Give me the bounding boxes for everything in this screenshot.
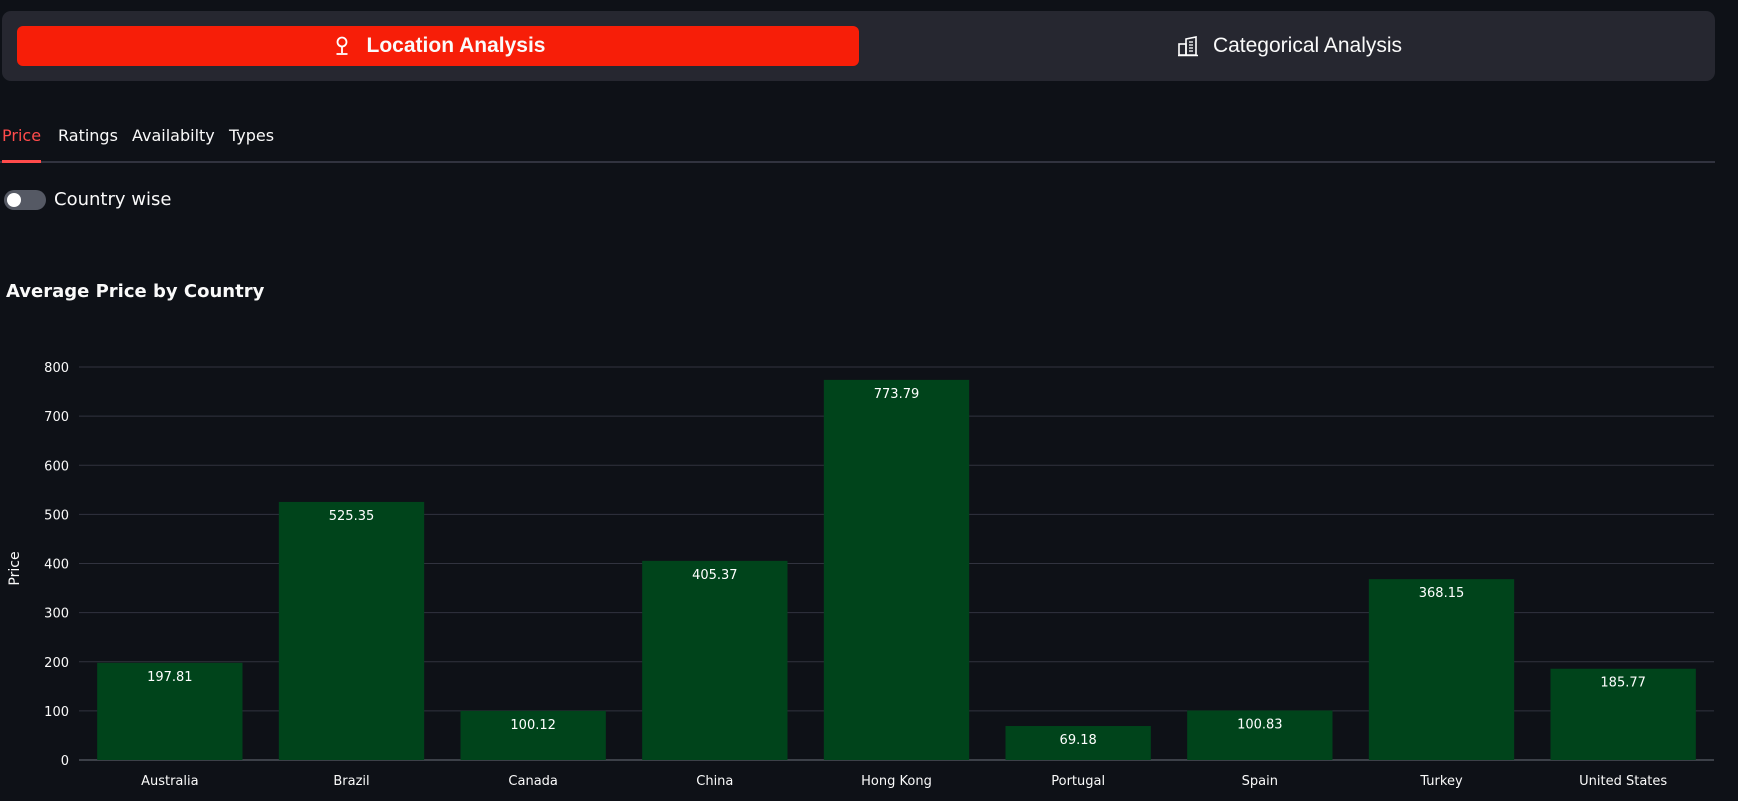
x-tick-label: Turkey — [1419, 774, 1463, 789]
country-wise-toggle[interactable] — [4, 190, 46, 210]
tab-types[interactable]: Types — [229, 126, 274, 163]
y-tick-label: 0 — [61, 754, 69, 769]
x-tick-label: Canada — [508, 774, 557, 789]
y-tick-label: 400 — [44, 558, 69, 573]
x-tick-label: Australia — [141, 774, 199, 789]
y-tick-label: 300 — [44, 607, 69, 622]
location-pin-icon — [331, 35, 353, 57]
categorical-analysis-label: Categorical Analysis — [1212, 34, 1403, 57]
y-axis-label: Price — [7, 551, 23, 585]
data-label: 197.81 — [147, 670, 193, 685]
location-analysis-button[interactable]: Location Analysis — [17, 26, 859, 66]
tab-ratings[interactable]: Ratings — [58, 126, 118, 163]
x-tick-label: United States — [1579, 774, 1667, 789]
y-tick-label: 500 — [44, 508, 69, 523]
x-tick-label: Portugal — [1051, 774, 1105, 789]
y-tick-label: 100 — [44, 705, 69, 720]
location-analysis-label: Location Analysis — [366, 34, 546, 57]
chart-title: Average Price by Country — [6, 281, 265, 302]
x-tick-label: Brazil — [333, 774, 369, 789]
top-navigation: Location Analysis Categorical Analysis — [2, 11, 1715, 81]
data-label: 69.18 — [1060, 733, 1097, 748]
country-wise-label: Country wise — [54, 189, 172, 210]
categorical-analysis-button[interactable]: Categorical Analysis — [872, 26, 1707, 66]
data-label: 100.12 — [510, 718, 556, 733]
data-label: 185.77 — [1600, 676, 1646, 691]
bar — [278, 501, 425, 760]
bar — [642, 560, 788, 760]
x-tick-label: Spain — [1242, 774, 1278, 789]
y-tick-label: 700 — [44, 410, 69, 425]
bar-chart: 0 100 200 300 400 500 600 700 800 Price 197.81 Aust… — [7, 361, 1714, 789]
toggle-knob — [7, 193, 21, 207]
data-label: 405.37 — [692, 568, 738, 583]
data-label: 100.83 — [1237, 717, 1283, 732]
y-tick-label: 200 — [44, 656, 69, 671]
bar — [823, 379, 970, 760]
x-tick-label: Hong Kong — [861, 774, 932, 789]
y-tick-label: 600 — [44, 459, 69, 474]
data-label: 773.79 — [874, 387, 920, 402]
data-label: 525.35 — [329, 509, 375, 524]
tab-availability[interactable]: Availabilty — [132, 126, 215, 163]
data-label: 368.15 — [1419, 586, 1465, 601]
analysis-tabs: Price Ratings Availabilty Types — [0, 118, 1715, 163]
x-tick-label: China — [696, 774, 733, 789]
building-icon — [1177, 35, 1199, 57]
bar — [1368, 579, 1515, 760]
y-tick-label: 800 — [44, 361, 69, 376]
tab-price[interactable]: Price — [2, 126, 42, 163]
